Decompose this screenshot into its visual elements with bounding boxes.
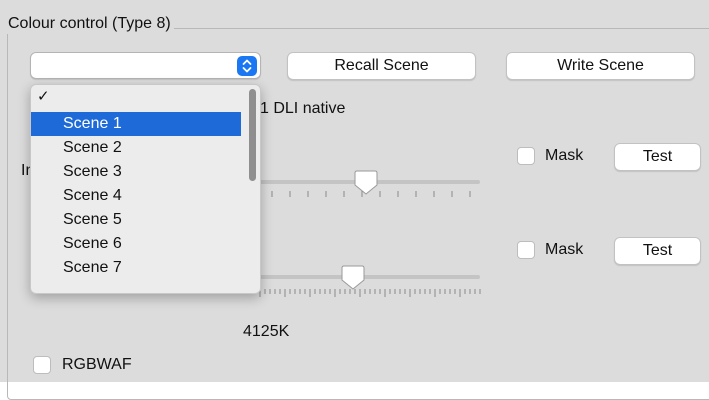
dropdown-item-scene-3[interactable]: Scene 3 xyxy=(31,160,241,184)
write-scene-button[interactable]: Write Scene xyxy=(506,52,695,80)
group-title: Colour control (Type 8) xyxy=(6,14,174,34)
scene-combobox[interactable] xyxy=(30,52,261,79)
dropdown-item-scene-2[interactable]: Scene 2 xyxy=(31,136,241,160)
dropdown-item-scene-1[interactable]: Scene 1 xyxy=(31,112,241,136)
combo-updown-arrow-icon[interactable] xyxy=(237,56,257,76)
temperature-slider-ticks xyxy=(259,289,481,297)
mask-label-2: Mask xyxy=(545,241,584,258)
temperature-slider-track[interactable] xyxy=(258,275,480,279)
dropdown-item-scene-5[interactable]: Scene 5 xyxy=(31,208,241,232)
dli-native-label: 1 DLI native xyxy=(260,100,346,117)
mask-label-1: Mask xyxy=(545,147,584,164)
mask-checkbox-1[interactable] xyxy=(517,147,535,165)
intensity-slider-ticks xyxy=(271,191,471,197)
scene-dropdown-popup: ✓ Scene 1 Scene 2 Scene 3 Scene 4 Scene … xyxy=(30,84,261,294)
rgbwaf-checkbox[interactable] xyxy=(33,356,51,374)
mask-checkbox-2[interactable] xyxy=(517,241,535,259)
dropdown-item-scene-6[interactable]: Scene 6 xyxy=(31,232,241,256)
dropdown-scrollbar[interactable] xyxy=(249,89,256,181)
test-button-1[interactable]: Test xyxy=(614,143,701,171)
rgbwaf-label: RGBWAF xyxy=(62,356,132,373)
dropdown-item-scene-7[interactable]: Scene 7 xyxy=(31,256,241,280)
temperature-value-label: 4125K xyxy=(243,323,290,340)
dropdown-check-mark: ✓ xyxy=(37,88,50,105)
recall-scene-button[interactable]: Recall Scene xyxy=(287,52,476,80)
dropdown-item-scene-4[interactable]: Scene 4 xyxy=(31,184,241,208)
test-button-2[interactable]: Test xyxy=(614,237,701,265)
colour-control-panel: Colour control (Type 8) Recall Scene Wri… xyxy=(0,0,709,400)
